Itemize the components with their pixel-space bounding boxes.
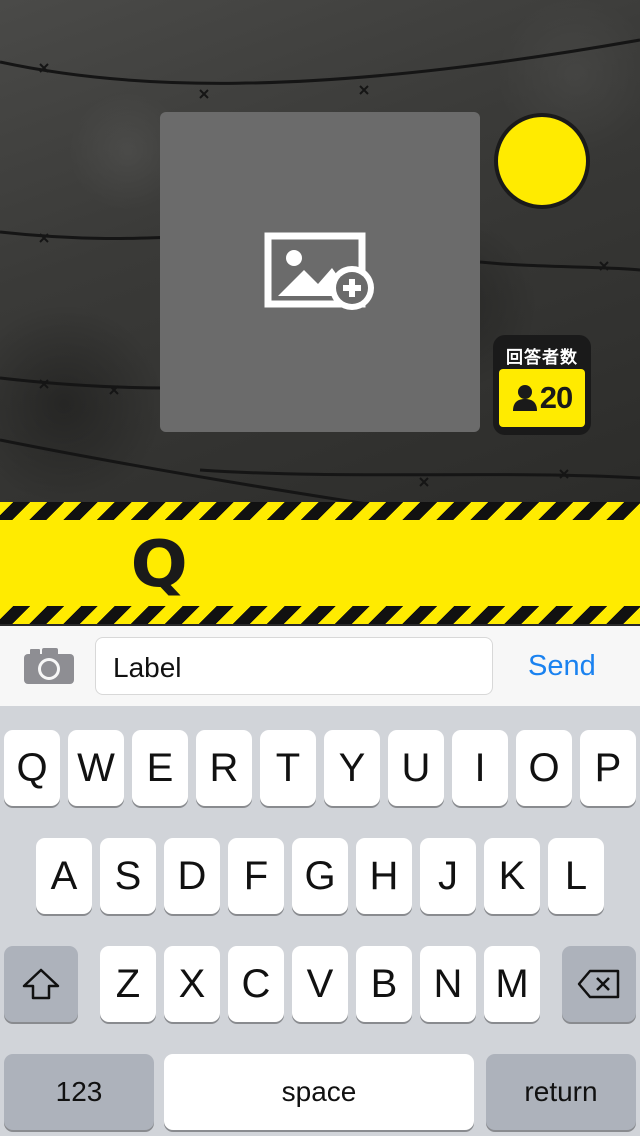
key-f[interactable]: F — [228, 838, 284, 914]
key-o[interactable]: O — [516, 730, 572, 806]
key-b[interactable]: B — [356, 946, 412, 1022]
respondents-count: 20 — [539, 380, 573, 415]
key-j[interactable]: J — [420, 838, 476, 914]
key-m[interactable]: M — [484, 946, 540, 1022]
key-u[interactable]: U — [388, 730, 444, 806]
key-w[interactable]: W — [68, 730, 124, 806]
message-input[interactable]: Label — [95, 637, 493, 695]
key-p[interactable]: P — [580, 730, 636, 806]
key-n[interactable]: N — [420, 946, 476, 1022]
shift-key[interactable] — [4, 946, 78, 1022]
tape-stripe-top — [0, 502, 640, 520]
key-l[interactable]: L — [548, 838, 604, 914]
key-d[interactable]: D — [164, 838, 220, 914]
question-banner — [0, 520, 640, 606]
key-i[interactable]: I — [452, 730, 508, 806]
delete-icon — [577, 969, 620, 999]
key-r[interactable]: R — [196, 730, 252, 806]
key-e[interactable]: E — [132, 730, 188, 806]
shift-icon — [22, 968, 60, 1000]
key-s[interactable]: S — [100, 838, 156, 914]
key-k[interactable]: K — [484, 838, 540, 914]
key-q[interactable]: Q — [4, 730, 60, 806]
send-button[interactable]: Send — [528, 650, 596, 683]
respondents-title: 回答者数 — [506, 348, 578, 367]
person-icon — [512, 385, 537, 411]
add-photo-button[interactable] — [160, 112, 480, 432]
question-label: Q — [130, 528, 188, 602]
return-key[interactable]: return — [486, 1054, 636, 1130]
keyboard: Q W E R T Y U I O P A S D F G H J K L Z … — [0, 706, 640, 1136]
key-g[interactable]: G — [292, 838, 348, 914]
delete-key[interactable] — [562, 946, 636, 1022]
key-a[interactable]: A — [36, 838, 92, 914]
key-c[interactable]: C — [228, 946, 284, 1022]
key-z[interactable]: Z — [100, 946, 156, 1022]
key-t[interactable]: T — [260, 730, 316, 806]
add-photo-icon — [264, 232, 374, 310]
status-circle[interactable] — [494, 113, 590, 209]
numbers-key[interactable]: 123 — [4, 1054, 154, 1130]
tape-stripe-bottom — [0, 606, 640, 624]
key-h[interactable]: H — [356, 838, 412, 914]
respondents-count-box: 20 — [499, 369, 585, 427]
key-y[interactable]: Y — [324, 730, 380, 806]
key-v[interactable]: V — [292, 946, 348, 1022]
camera-icon[interactable] — [22, 646, 76, 686]
key-x[interactable]: X — [164, 946, 220, 1022]
respondents-badge: 回答者数 20 — [493, 335, 591, 435]
space-key[interactable]: space — [164, 1054, 474, 1130]
